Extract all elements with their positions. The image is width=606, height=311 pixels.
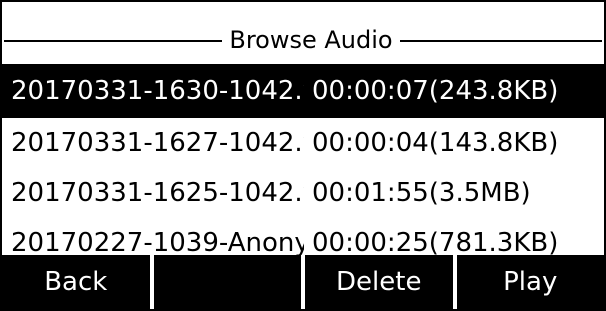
- recording-name: 20170227-1039-Anonyr: [11, 228, 304, 258]
- recording-item[interactable]: 20170331-1625-1042.w 00:01:55(3.5MB): [2, 168, 604, 218]
- title-divider-right: [400, 40, 602, 42]
- screen-title: Browse Audio: [229, 26, 393, 54]
- recording-duration-size: 00:01:55(3.5MB): [312, 178, 531, 208]
- back-softkey[interactable]: Back: [2, 255, 150, 309]
- recording-name: 20170331-1630-1042.w: [11, 76, 304, 106]
- empty-softkey[interactable]: [149, 255, 302, 309]
- recording-duration-size: 00:00:07(243.8KB): [312, 76, 559, 106]
- phone-screen: Browse Audio 20170331-1630-1042.w 00:00:…: [0, 0, 606, 311]
- recording-name: 20170331-1627-1042.w: [11, 128, 304, 158]
- title-divider-left: [4, 40, 222, 42]
- recording-name: 20170331-1625-1042.w: [11, 178, 304, 208]
- delete-softkey[interactable]: Delete: [301, 255, 453, 309]
- recording-duration-size: 00:00:25(781.3KB): [312, 228, 559, 258]
- title-bar: Browse Audio: [2, 2, 604, 64]
- recording-duration-size: 00:00:04(143.8KB): [312, 128, 559, 158]
- recording-list: 20170331-1630-1042.w 00:00:07(243.8KB) 2…: [2, 64, 604, 268]
- recording-item[interactable]: 20170331-1627-1042.w 00:00:04(143.8KB): [2, 118, 604, 168]
- play-softkey[interactable]: Play: [452, 255, 605, 309]
- softkey-bar: Back Delete Play: [2, 255, 604, 309]
- recording-item[interactable]: 20170331-1630-1042.w 00:00:07(243.8KB): [2, 64, 604, 118]
